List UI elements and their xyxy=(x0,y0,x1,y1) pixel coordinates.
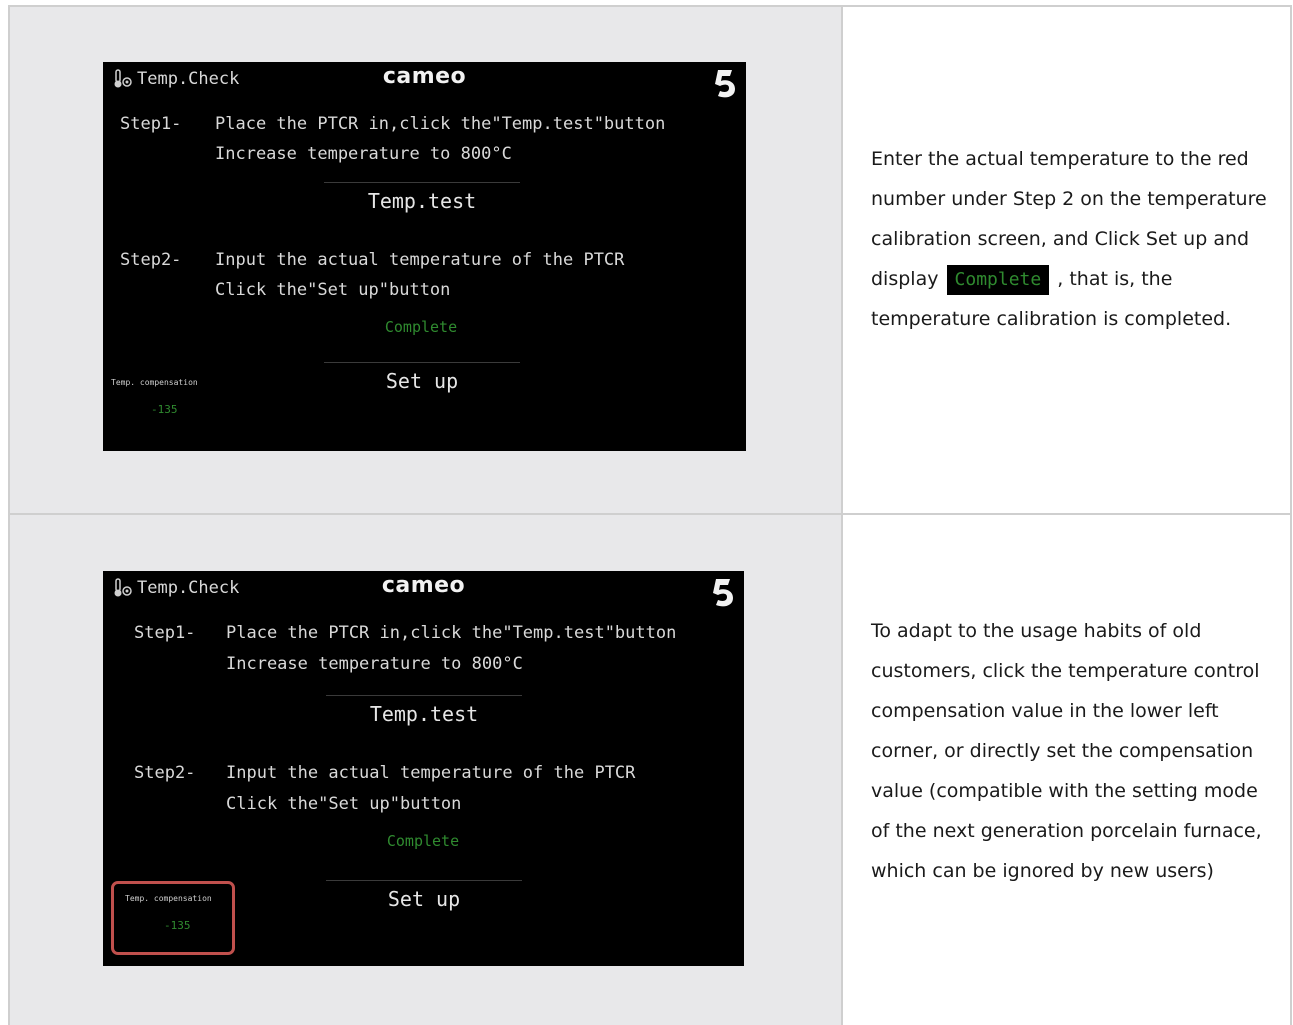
compensation-label[interactable]: Temp. compensation xyxy=(111,378,198,387)
compensation-value[interactable]: -135 xyxy=(151,403,178,416)
setup-button[interactable]: Set up xyxy=(324,362,520,393)
step2-label: Step2- xyxy=(120,250,182,270)
step2-instruction-2: Click the"Set up"button xyxy=(215,280,451,300)
screen-title-text: Temp.Check xyxy=(137,578,240,598)
description-cell: Enter the actual temperature to the red … xyxy=(843,7,1292,513)
compensation-label[interactable]: Temp. compensation xyxy=(125,894,212,903)
instruction-table: cameo Temp.Check Step1- Place the PTCR i… xyxy=(8,5,1292,1025)
step1-instruction: Place the PTCR in,click the"Temp.test"bu… xyxy=(226,623,677,643)
compensation-highlight xyxy=(111,881,235,955)
status-complete: Complete xyxy=(386,832,460,850)
step1-label: Step1- xyxy=(120,114,182,134)
screen-title: Temp.Check xyxy=(113,68,239,90)
step1-label: Step1- xyxy=(134,623,196,643)
step1-instruction-2: Increase temperature to 800°C xyxy=(226,654,523,674)
description-text: To adapt to the usage habits of old cust… xyxy=(871,620,1262,882)
step2-instruction: Input the actual temperature of the PTCR xyxy=(226,763,636,783)
device-screen: cameo Temp.Check Step1- Place the PTCR i… xyxy=(103,62,746,451)
compensation-value[interactable]: -135 xyxy=(164,919,191,932)
table-row: cameo Temp.Check Step1- Place the PTCR i… xyxy=(10,7,1292,515)
description-text: Enter the actual temperature to the red … xyxy=(871,139,1271,339)
step1-instruction: Place the PTCR in,click the"Temp.test"bu… xyxy=(215,114,666,134)
status-complete: Complete xyxy=(384,318,458,336)
step2-instruction: Input the actual temperature of the PTCR xyxy=(215,250,625,270)
table-row: cameo Temp.Check Step1- Place the PTCR i… xyxy=(10,515,1292,1025)
device-screen: cameo Temp.Check Step1- Place the PTCR i… xyxy=(103,571,744,966)
temp-test-button[interactable]: Temp.test xyxy=(326,695,522,726)
step2-label: Step2- xyxy=(134,763,196,783)
thermometer-gear-icon xyxy=(114,578,132,597)
thermometer-gear-icon xyxy=(114,69,132,88)
screenshot-cell: cameo Temp.Check Step1- Place the PTCR i… xyxy=(10,7,843,513)
back-arrow-icon[interactable] xyxy=(710,66,740,100)
complete-badge: Complete xyxy=(946,264,1050,295)
setup-button[interactable]: Set up xyxy=(326,880,522,911)
step2-instruction-2: Click the"Set up"button xyxy=(226,794,462,814)
screen-title-text: Temp.Check xyxy=(137,69,240,89)
back-arrow-icon[interactable] xyxy=(708,575,738,609)
screen-title: Temp.Check xyxy=(113,577,239,599)
temp-test-button[interactable]: Temp.test xyxy=(324,182,520,213)
screenshot-cell: cameo Temp.Check Step1- Place the PTCR i… xyxy=(10,515,843,1025)
step1-instruction-2: Increase temperature to 800°C xyxy=(215,144,512,164)
description-cell: To adapt to the usage habits of old cust… xyxy=(843,515,1292,1025)
